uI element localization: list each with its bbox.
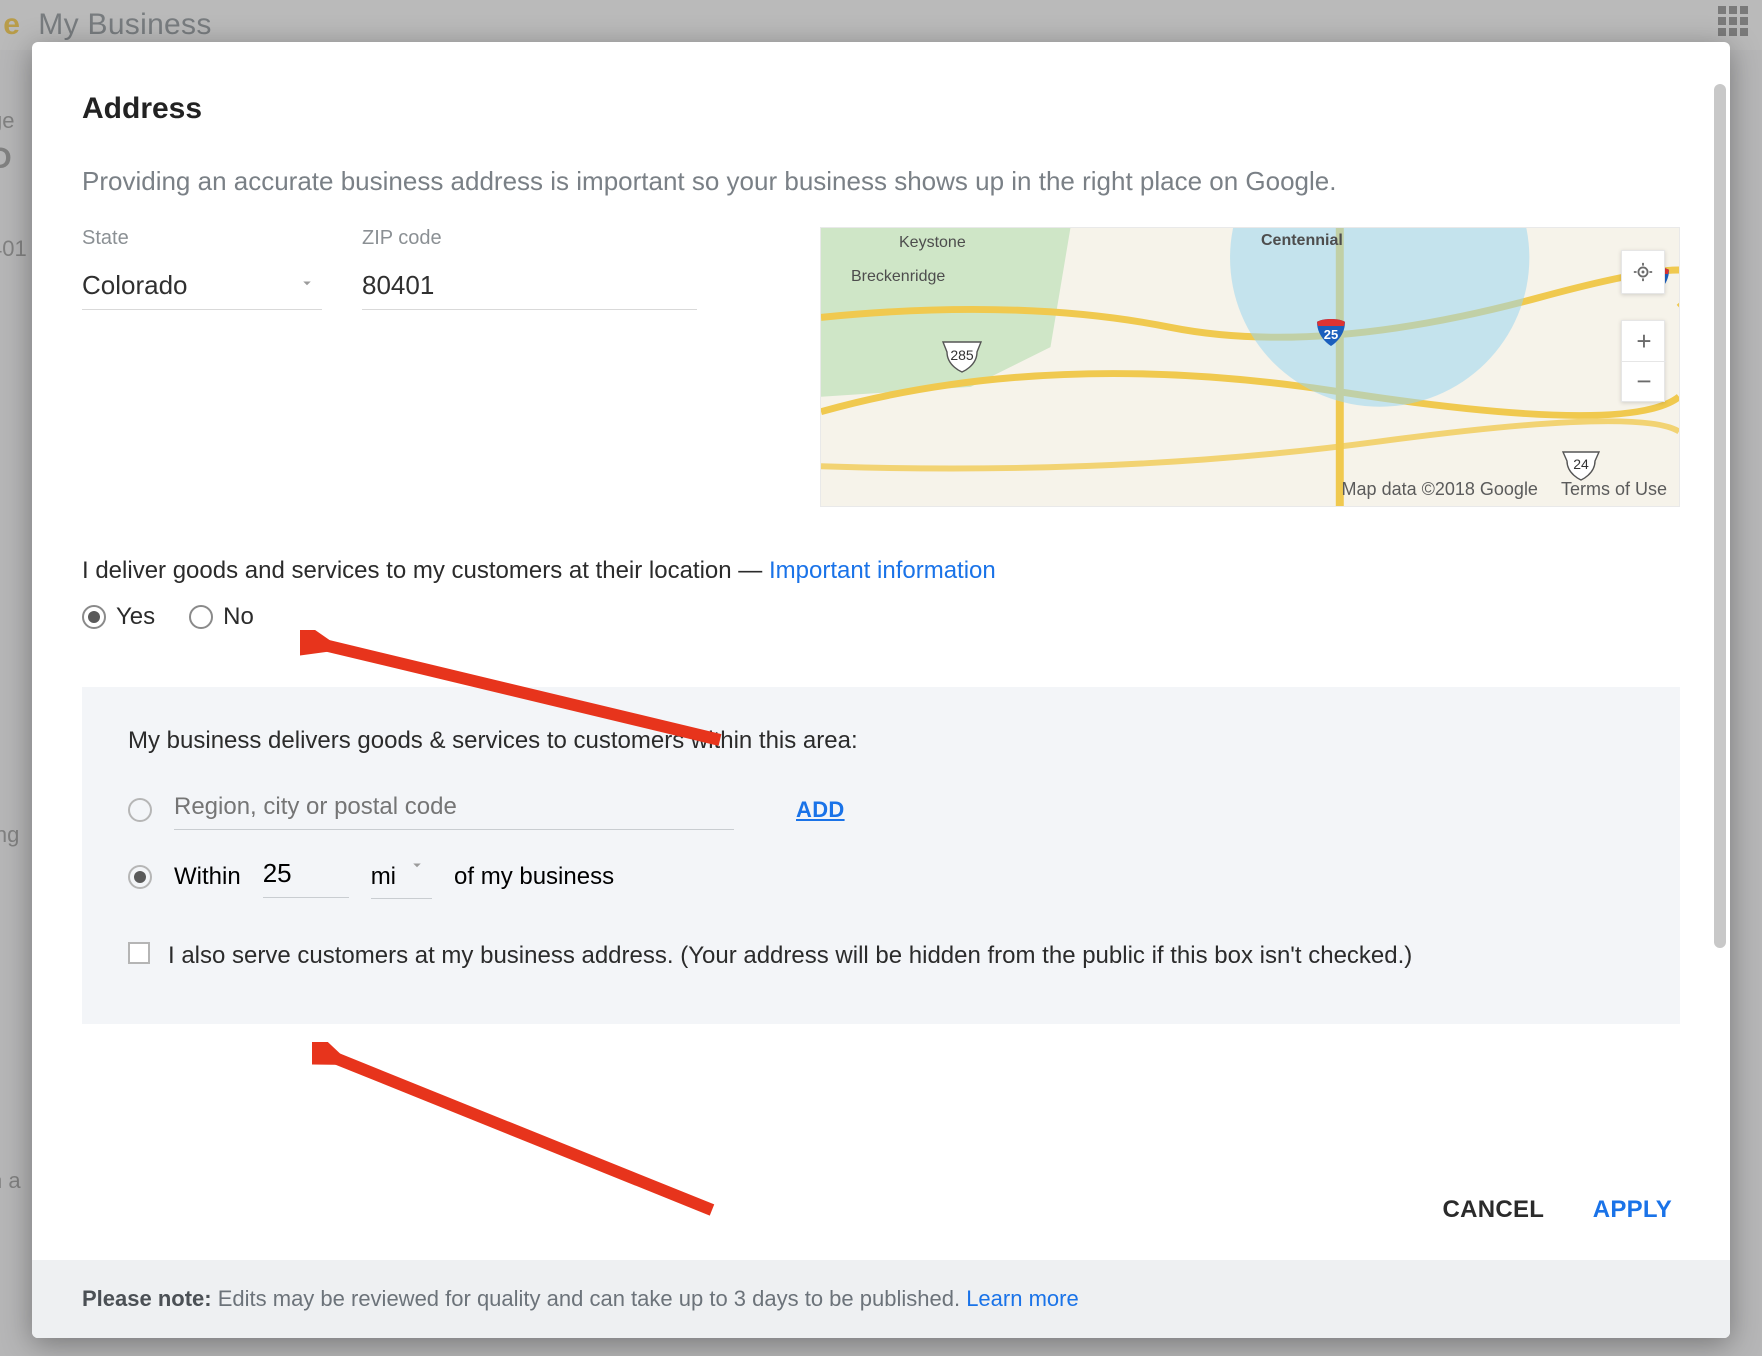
add-region-button[interactable]: ADD [796,797,845,823]
chevron-down-icon [408,853,426,881]
radio-label: Yes [116,603,155,631]
state-select[interactable]: Colorado [82,268,322,310]
svg-text:24: 24 [1573,456,1589,472]
dialog-footer-note: Please note: Edits may be reviewed for q… [32,1260,1730,1338]
zip-label: ZIP code [362,227,697,250]
map-preview[interactable]: Keystone Breckenridge Centennial 285 25 … [820,227,1680,507]
dialog-actions: CANCEL APPLY [32,1166,1730,1260]
dialog-subtitle: Providing an accurate business address i… [82,166,1680,197]
service-distance-radio[interactable] [128,865,152,889]
deliver-radio-no[interactable]: No [189,603,254,631]
map-terms-link[interactable]: Terms of Use [1561,479,1667,499]
deliver-question: I deliver goods and services to my custo… [82,557,1680,585]
map-zoom-out-button[interactable]: − [1622,361,1666,401]
state-value: Colorado [82,270,188,300]
also-serve-label: I also serve customers at my business ad… [168,938,1412,974]
map-zoom-control: + − [1621,320,1665,402]
map-city-label: Keystone [899,234,966,252]
region-input[interactable] [174,789,734,830]
state-label: State [82,227,322,250]
cancel-button[interactable]: CANCEL [1442,1196,1544,1224]
within-label: Within [174,863,241,891]
svg-text:25: 25 [1324,327,1338,342]
also-serve-checkbox[interactable] [128,942,150,964]
of-business-label: of my business [454,863,614,891]
map-locate-button[interactable] [1621,250,1665,294]
apply-button[interactable]: APPLY [1593,1196,1672,1224]
service-area-panel: My business delivers goods & services to… [82,687,1680,1024]
map-city-label: Breckenridge [851,268,945,286]
service-region-radio[interactable] [128,798,152,822]
address-dialog: Address Providing an accurate business a… [32,42,1730,1338]
svg-text:285: 285 [950,347,974,363]
chevron-down-icon [298,268,316,299]
map-city-label: Centennial [1261,232,1343,250]
zip-input[interactable] [362,268,697,310]
distance-value-input[interactable] [263,856,349,898]
service-area-title: My business delivers goods & services to… [128,727,1634,755]
dialog-scrollbar[interactable] [1714,84,1726,1252]
interstate-shield-icon: 25 [1315,316,1347,353]
route-shield-icon: 285 [941,338,983,381]
dialog-title: Address [82,92,1680,126]
map-attribution: Map data ©2018 Google Terms of Use [1342,479,1667,500]
important-info-link[interactable]: Important information [769,557,996,584]
learn-more-link[interactable]: Learn more [966,1286,1079,1311]
radio-label: No [223,603,254,631]
deliver-radio-yes[interactable]: Yes [82,603,155,631]
map-zoom-in-button[interactable]: + [1622,321,1666,361]
